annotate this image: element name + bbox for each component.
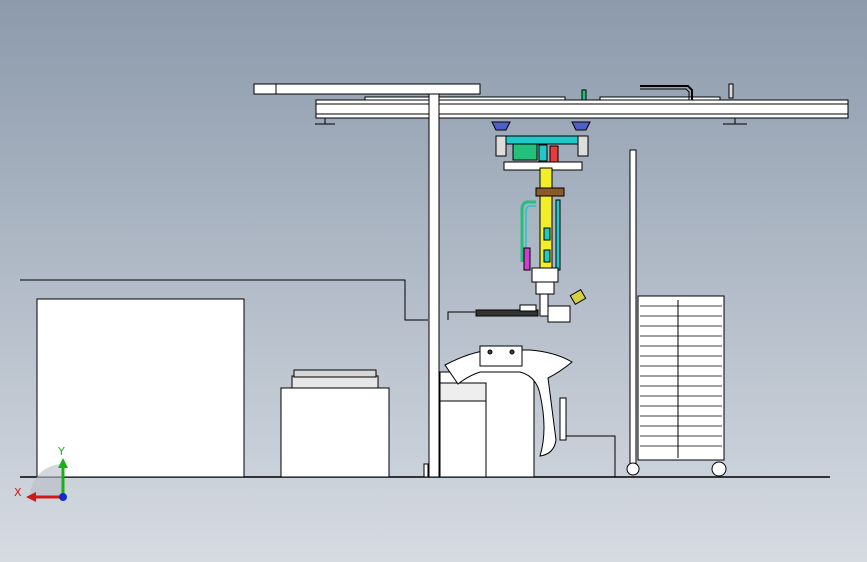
column-clamp [535, 187, 565, 197]
gantry-top-tab [253, 83, 277, 95]
drum-body [291, 375, 379, 389]
gripper-arm-tip [519, 304, 537, 312]
carriage-valve-left [495, 135, 507, 157]
green-marker [581, 89, 587, 101]
right-pole-wheel [626, 462, 640, 476]
carriage-bell-right [571, 121, 591, 131]
gripper-shaft [539, 293, 549, 317]
beam-top-strip-2 [599, 96, 721, 101]
beam-foot-right [723, 118, 747, 125]
shelf-rack [637, 295, 725, 461]
triad-y-label: Y [57, 445, 65, 458]
cyan-rod [555, 199, 561, 271]
right-pole [629, 149, 637, 469]
press-pipe [560, 399, 616, 477]
sensor-post [728, 83, 734, 99]
press-left-cap [439, 382, 487, 402]
main-beam [315, 99, 849, 119]
gripper-tilted-tag [569, 288, 587, 306]
drum-base [280, 387, 390, 478]
press-pipe-box [559, 397, 567, 441]
triad-xy-arc [30, 464, 63, 497]
carriage-motor [512, 143, 538, 161]
gantry-column [428, 93, 440, 478]
rack-wheel [711, 461, 727, 477]
gripper-body [535, 281, 555, 295]
pipe-route [447, 311, 475, 320]
cyan-sensor-2 [543, 249, 551, 263]
press-pin-2 [509, 349, 515, 355]
cyan-sensor [543, 227, 551, 241]
carriage-cyan-box [538, 144, 548, 162]
carriage-valve-right [577, 135, 589, 157]
triad-x-label: X [14, 486, 22, 499]
gripper-tool [547, 305, 571, 323]
drum-lid [293, 369, 377, 378]
carriage-red-block [549, 145, 559, 163]
carriage-plate [504, 135, 586, 145]
gripper-mount [531, 267, 559, 283]
gantry-column-foot [423, 463, 429, 478]
left-cabinet [36, 298, 245, 478]
beam-top-strip [364, 96, 566, 101]
carriage-bell-left [491, 121, 511, 131]
beam-foot-left [315, 118, 335, 125]
press-top-bracket [479, 345, 523, 367]
cad-drawing: Y X [14, 83, 849, 502]
magenta-block [523, 247, 531, 271]
press-pin [487, 349, 493, 355]
cad-viewport[interactable]: Y X [0, 0, 867, 562]
gantry-top-plate [253, 83, 481, 95]
triad-z-axis [59, 493, 67, 501]
